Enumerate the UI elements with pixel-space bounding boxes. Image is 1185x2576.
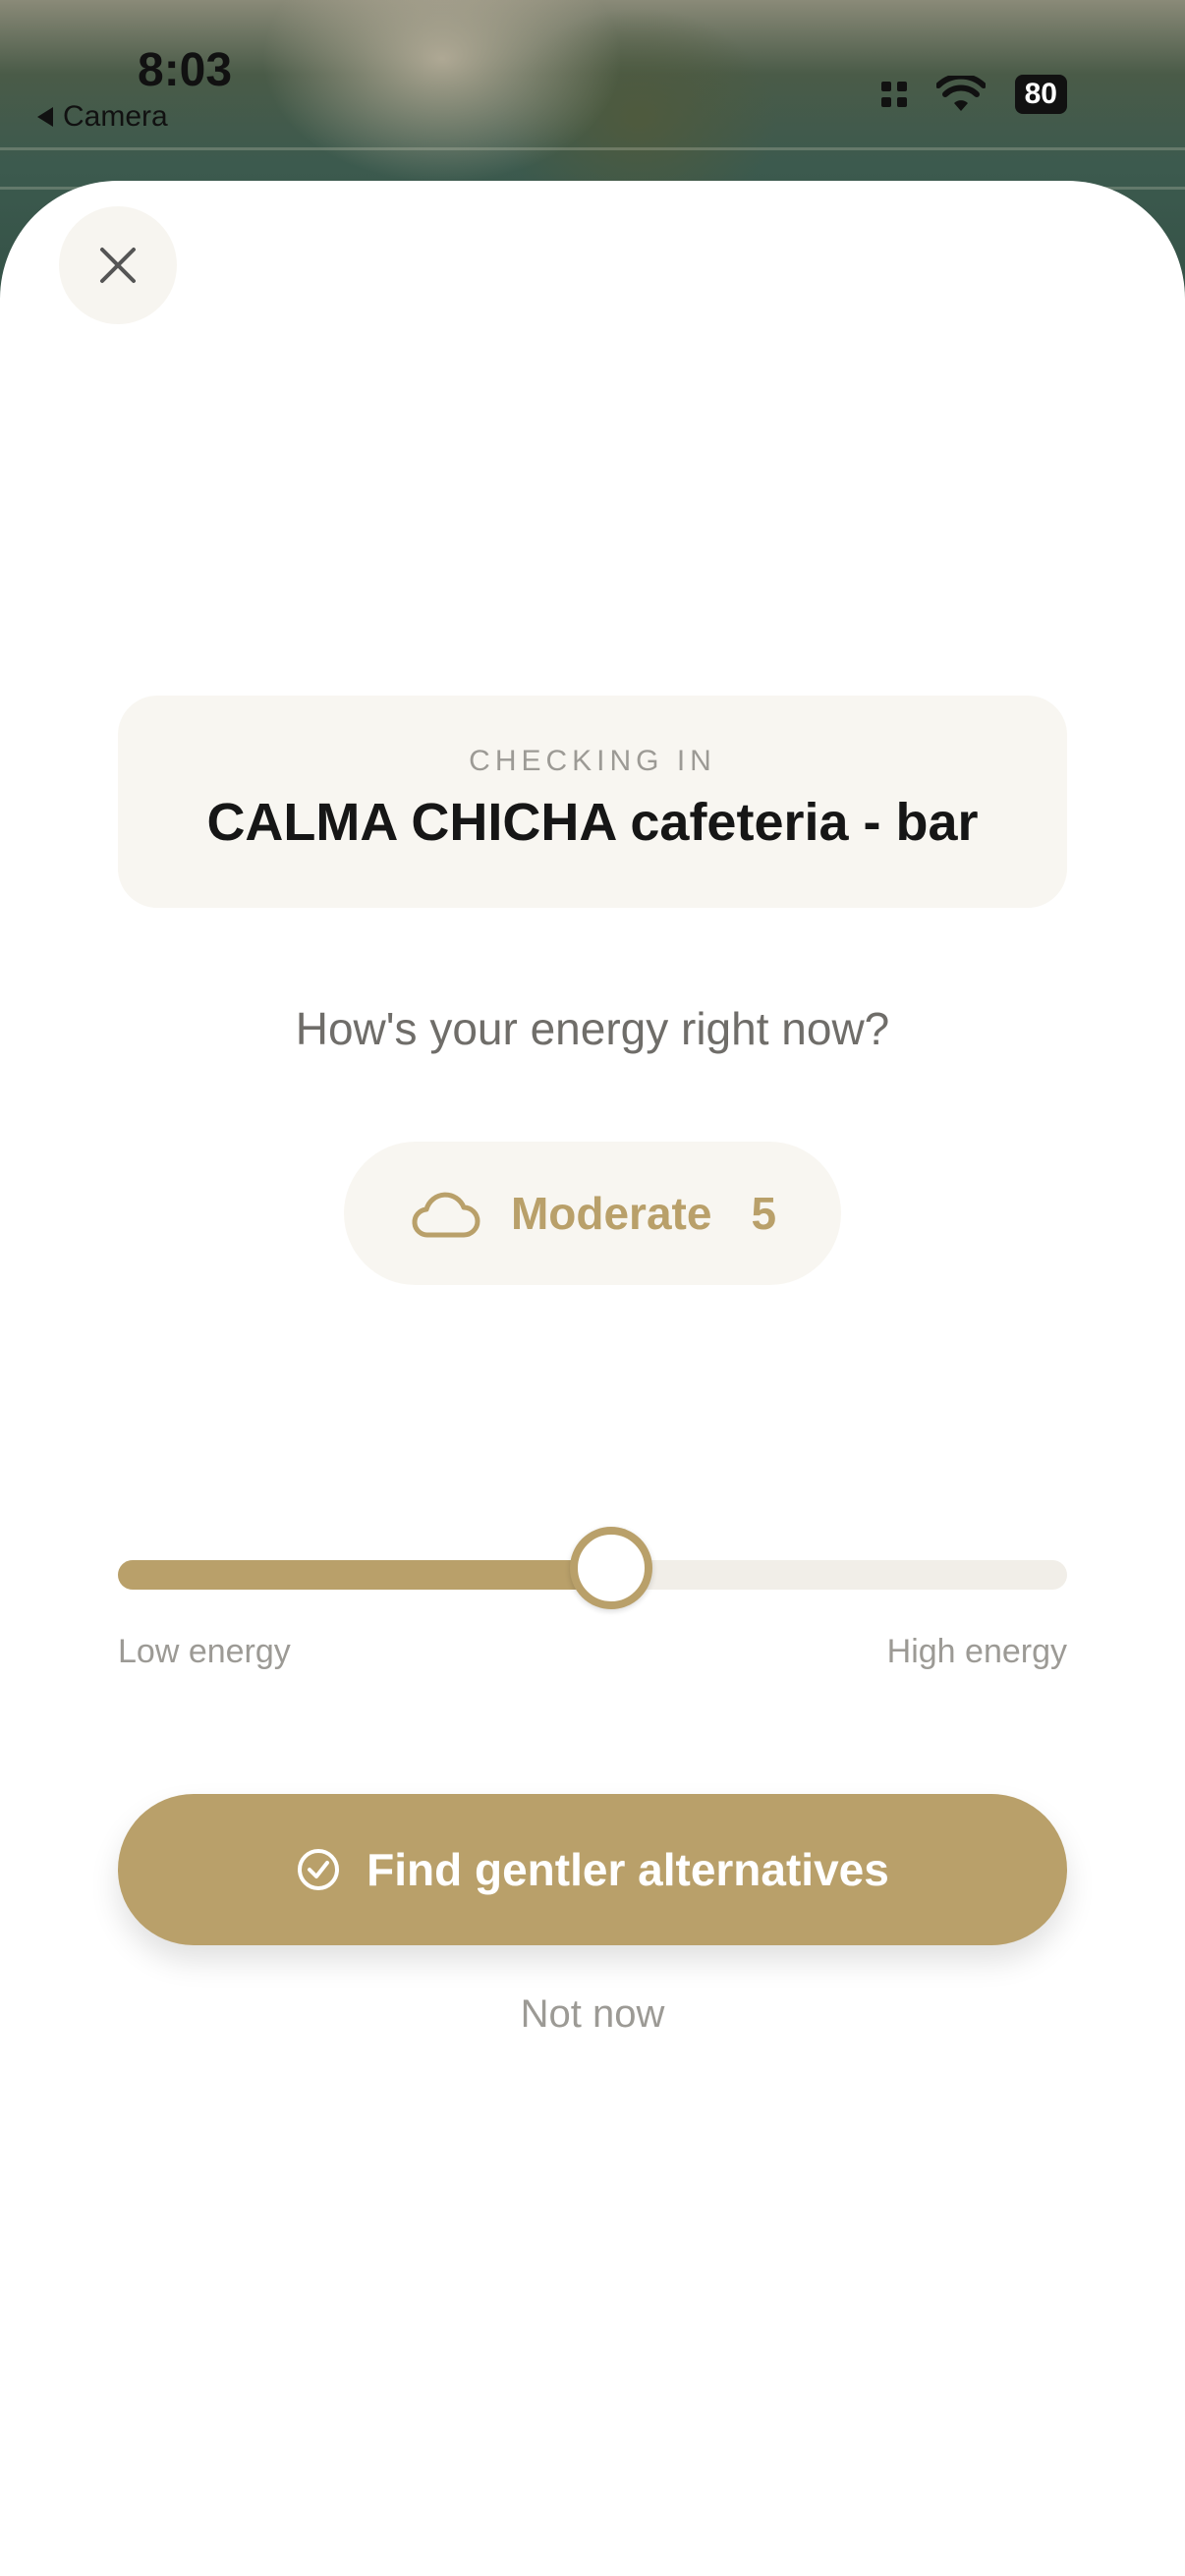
find-alternatives-label: Find gentler alternatives [367, 1844, 889, 1895]
check-in-sheet [0, 181, 1185, 2576]
slider-high-label: High energy [886, 1633, 1067, 1670]
energy-level-badge: Moderate 5 [344, 1142, 841, 1285]
back-arrow-icon [37, 107, 53, 127]
status-bar: 8:03 Camera 80 [0, 0, 1185, 177]
close-icon [100, 248, 136, 283]
energy-slider-fill [118, 1560, 612, 1590]
status-indicators: 80 [880, 75, 1067, 114]
back-app-label: Camera [63, 100, 168, 133]
cloud-icon [412, 1192, 480, 1238]
cellular-icon [880, 82, 907, 107]
not-now-button[interactable]: Not now [0, 1992, 1185, 2037]
energy-slider[interactable] [118, 1527, 1067, 1609]
check-circle-icon [298, 1849, 340, 1890]
battery-indicator: 80 [1014, 75, 1067, 114]
energy-level-label: Moderate [510, 1188, 712, 1239]
status-time: 8:03 [138, 44, 233, 96]
energy-level-value: 5 [751, 1188, 777, 1239]
energy-slider-thumb[interactable] [570, 1527, 653, 1609]
wifi-icon [935, 76, 986, 111]
energy-question: How's your energy right now? [295, 1003, 890, 1054]
find-alternatives-button[interactable]: Find gentler alternatives [118, 1794, 1067, 1945]
venue-card-label: CHECKING IN [469, 745, 716, 777]
back-to-camera[interactable]: Camera [37, 100, 168, 134]
slider-low-label: Low energy [118, 1633, 291, 1670]
close-button[interactable] [59, 206, 177, 324]
venue-name: CALMA CHICHA cafeteria - bar [206, 793, 979, 852]
venue-card: CHECKING IN CALMA CHICHA cafeteria - bar [118, 696, 1067, 908]
